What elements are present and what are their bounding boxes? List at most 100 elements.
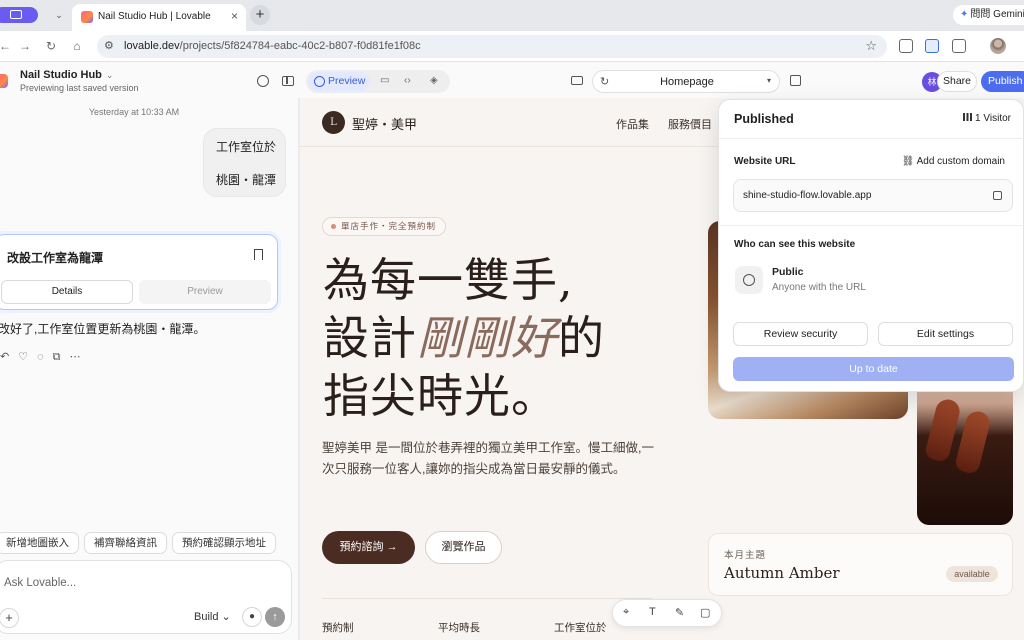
- headline-post: 的: [558, 311, 605, 365]
- published-url-field[interactable]: shine-studio-flow.lovable.app: [733, 179, 1013, 212]
- stat-label: 平均時長: [438, 622, 480, 634]
- gemini-label: 問問 Gemini: [970, 9, 1024, 20]
- text-tool-icon[interactable]: T: [649, 606, 656, 618]
- extension-cast-icon[interactable]: [899, 39, 913, 53]
- globe-icon: [314, 76, 325, 87]
- tab-preview[interactable]: Preview: [139, 280, 271, 304]
- chat-timestamp: Yesterday at 10:33 AM: [88, 107, 180, 117]
- stat-label: 預約制: [322, 622, 354, 634]
- project-subtitle: Previewing last saved version: [20, 83, 139, 93]
- suggestion-chip[interactable]: 預約確認顯示地址: [172, 532, 276, 554]
- headline-line-1: 為每一雙手,: [323, 253, 574, 307]
- browser-profile-avatar[interactable]: [990, 38, 1006, 54]
- forward-icon[interactable]: →: [16, 38, 34, 54]
- headline-line-3: 指尖時光。: [323, 369, 558, 423]
- bar-chart-icon: [963, 113, 973, 121]
- edit-card-tabs: Details Preview: [1, 280, 273, 304]
- review-security-button[interactable]: Review security: [733, 322, 868, 346]
- user-message-line-2: 桃園・龍潭: [216, 173, 277, 187]
- edit-settings-button[interactable]: Edit settings: [878, 322, 1013, 346]
- code-icon[interactable]: ‹›: [404, 75, 411, 86]
- visibility-label: Who can see this website: [734, 239, 856, 250]
- file-icon[interactable]: ▭: [380, 75, 389, 86]
- visitor-count[interactable]: 1 Visitor: [963, 113, 1011, 124]
- view-mode-segment: Preview ▭ ‹› ◈: [306, 70, 450, 93]
- bookmark-icon[interactable]: [254, 249, 263, 260]
- copy-icon[interactable]: [993, 191, 1002, 200]
- extensions-puzzle-icon[interactable]: [952, 39, 966, 53]
- site-nav-pricing[interactable]: 服務價目: [668, 116, 712, 132]
- url-path: /projects/5f824784-eabc-40c2-b807-f0d81f…: [179, 40, 421, 52]
- extension-translate-icon[interactable]: [925, 39, 939, 53]
- comment-icon[interactable]: ▢: [700, 606, 710, 619]
- sidebar-toggle-icon[interactable]: [282, 76, 294, 86]
- published-url: shine-studio-flow.lovable.app: [743, 190, 872, 201]
- back-icon[interactable]: ←: [0, 38, 14, 54]
- thumbs-up-icon[interactable]: ♡: [18, 351, 37, 363]
- divider: [719, 138, 1024, 139]
- gemini-spark-icon: ✦: [960, 9, 969, 20]
- visibility-subtitle: Anyone with the URL: [772, 282, 866, 293]
- send-icon[interactable]: ↑: [265, 607, 285, 627]
- publish-button[interactable]: Publish: [981, 71, 1024, 92]
- share-button[interactable]: Share: [937, 71, 977, 92]
- stat-label: 工作室位於: [554, 622, 607, 634]
- theme-status-badge: available: [946, 566, 998, 582]
- headline-line-2: 設計剛剛好的: [323, 309, 605, 367]
- device-monitor-icon[interactable]: [571, 76, 583, 85]
- preview-label: Preview: [328, 75, 366, 87]
- layers-icon[interactable]: ◈: [430, 75, 438, 86]
- nail-shape: [953, 409, 993, 475]
- bookmark-star-icon[interactable]: ☆: [865, 38, 877, 54]
- url-host: lovable.dev: [124, 40, 180, 52]
- edit-floating-toolbar: ⌖ T ✎ ▢: [612, 599, 722, 627]
- link-icon: ⛓: [901, 156, 917, 167]
- add-domain-text: Add custom domain: [916, 156, 1005, 167]
- more-icon[interactable]: ⋯: [70, 351, 90, 363]
- popover-title: Published: [734, 112, 794, 126]
- thumbs-down-icon[interactable]: ◌: [37, 351, 53, 363]
- site-nav-portfolio[interactable]: 作品集: [616, 116, 649, 132]
- book-consult-button[interactable]: 預約諮詢 →: [322, 531, 415, 564]
- chat-input[interactable]: Ask Lovable...: [4, 577, 76, 589]
- select-element-icon[interactable]: ⌖: [623, 606, 629, 619]
- visitor-count-text: 1 Visitor: [975, 113, 1011, 124]
- microphone-icon[interactable]: ●: [242, 607, 262, 627]
- chevron-down-icon: ▾: [766, 76, 771, 85]
- site-tagline-pill: 單店手作・完全預約制: [322, 217, 447, 236]
- page-selector[interactable]: ↻ Homepage ▾: [592, 70, 780, 93]
- add-attachment-icon[interactable]: +: [0, 608, 19, 628]
- tab-close-icon[interactable]: ×: [231, 9, 238, 23]
- mode-selector[interactable]: Build ⌄: [194, 610, 231, 623]
- tab-title: Nail Studio Hub | Lovable: [98, 11, 211, 22]
- history-icon[interactable]: [257, 75, 269, 87]
- page-selector-value: Homepage: [660, 76, 714, 88]
- nail-shape: [923, 397, 963, 463]
- undo-icon[interactable]: ↶: [0, 351, 18, 363]
- copy-icon[interactable]: ⧉: [53, 351, 70, 363]
- browser-tab-active[interactable]: Nail Studio Hub | Lovable ×: [72, 4, 246, 31]
- suggestion-chip[interactable]: 補齊聯絡資訊: [84, 532, 167, 554]
- up-to-date-button[interactable]: Up to date: [733, 357, 1014, 381]
- reload-icon[interactable]: ↻: [42, 38, 60, 54]
- add-custom-domain-link[interactable]: ⛓ Add custom domain: [902, 156, 1005, 167]
- profile-switcher[interactable]: [0, 7, 38, 23]
- site-info-icon[interactable]: ⚙: [104, 39, 114, 52]
- suggestion-chips: 新增地圖嵌入 補齊聯絡資訊 預約確認顯示地址: [0, 532, 298, 554]
- open-external-icon[interactable]: [790, 75, 801, 86]
- tab-details[interactable]: Details: [1, 280, 133, 304]
- project-name[interactable]: Nail Studio Hub ⌄: [20, 69, 113, 81]
- edit-card[interactable]: 改設工作室為龍潭 Details Preview: [0, 234, 278, 310]
- pen-icon[interactable]: ✎: [675, 606, 684, 619]
- address-bar[interactable]: ⚙ lovable.dev/projects/5f824784-eabc-40c…: [97, 35, 887, 58]
- preview-mode-button[interactable]: Preview: [308, 72, 370, 91]
- user-message-line-1: 工作室位於: [216, 140, 277, 154]
- browse-works-button[interactable]: 瀏覽作品: [425, 531, 502, 564]
- tab-search-chevron-icon[interactable]: ⌄: [50, 7, 68, 23]
- user-message-bubble: 工作室位於 桃園・龍潭: [203, 128, 286, 197]
- gemini-button[interactable]: ✦ 問問 Gemini: [953, 5, 1024, 25]
- theme-label: 本月主題: [724, 550, 767, 561]
- home-icon[interactable]: ⌂: [68, 38, 86, 54]
- new-tab-button[interactable]: +: [250, 5, 270, 25]
- suggestion-chip[interactable]: 新增地圖嵌入: [0, 532, 79, 554]
